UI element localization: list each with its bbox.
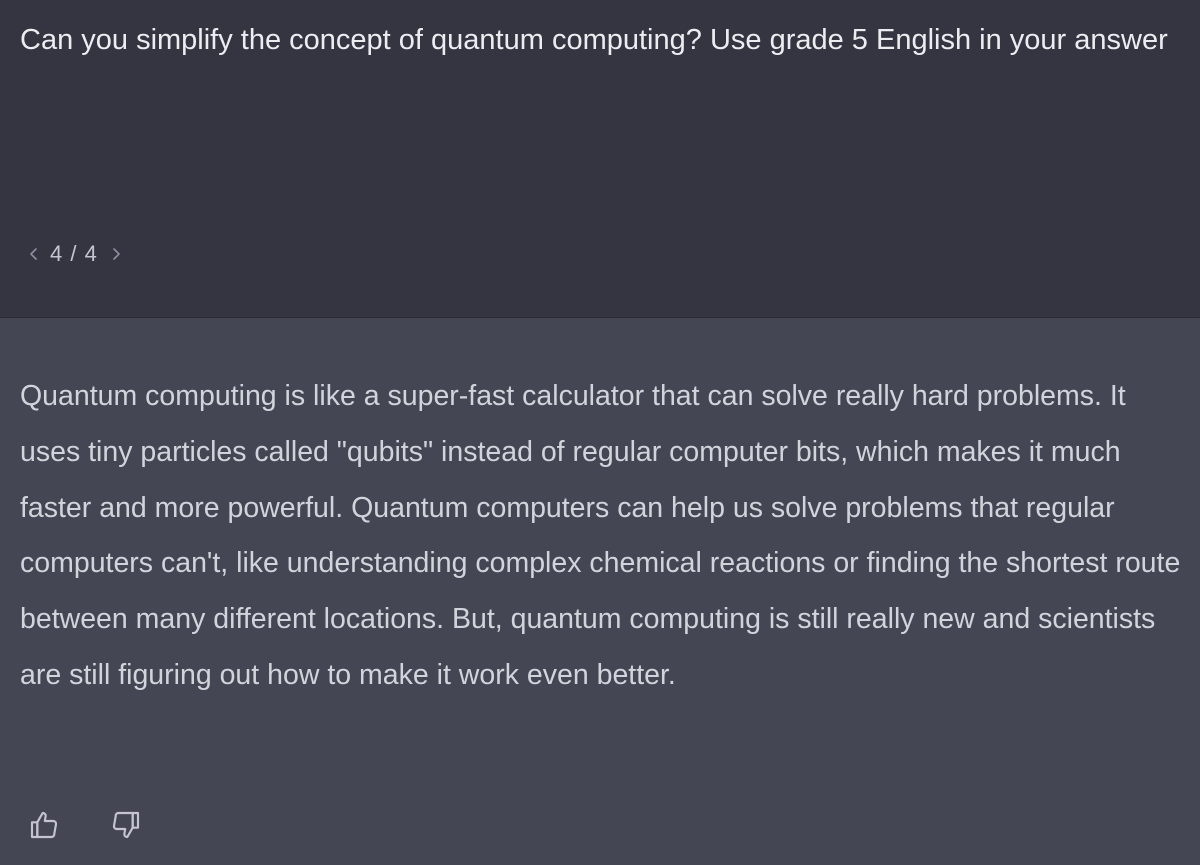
thumbs-up-icon — [28, 809, 60, 841]
assistant-message: Quantum computing is like a super-fast c… — [0, 319, 1200, 865]
chevron-right-icon[interactable] — [106, 244, 126, 264]
user-message-text: Can you simplify the concept of quantum … — [20, 24, 1168, 56]
thumbs-down-button[interactable] — [108, 807, 144, 843]
thumbs-down-icon — [110, 809, 142, 841]
thumbs-up-button[interactable] — [26, 807, 62, 843]
feedback-buttons — [26, 807, 144, 843]
pager-count: 4 / 4 — [50, 241, 98, 266]
assistant-message-text: Quantum computing is like a super-fast c… — [20, 380, 1181, 691]
response-pager: 4 / 4 — [24, 238, 126, 270]
user-message: Can you simplify the concept of quantum … — [0, 0, 1200, 318]
chevron-left-icon[interactable] — [24, 244, 44, 264]
